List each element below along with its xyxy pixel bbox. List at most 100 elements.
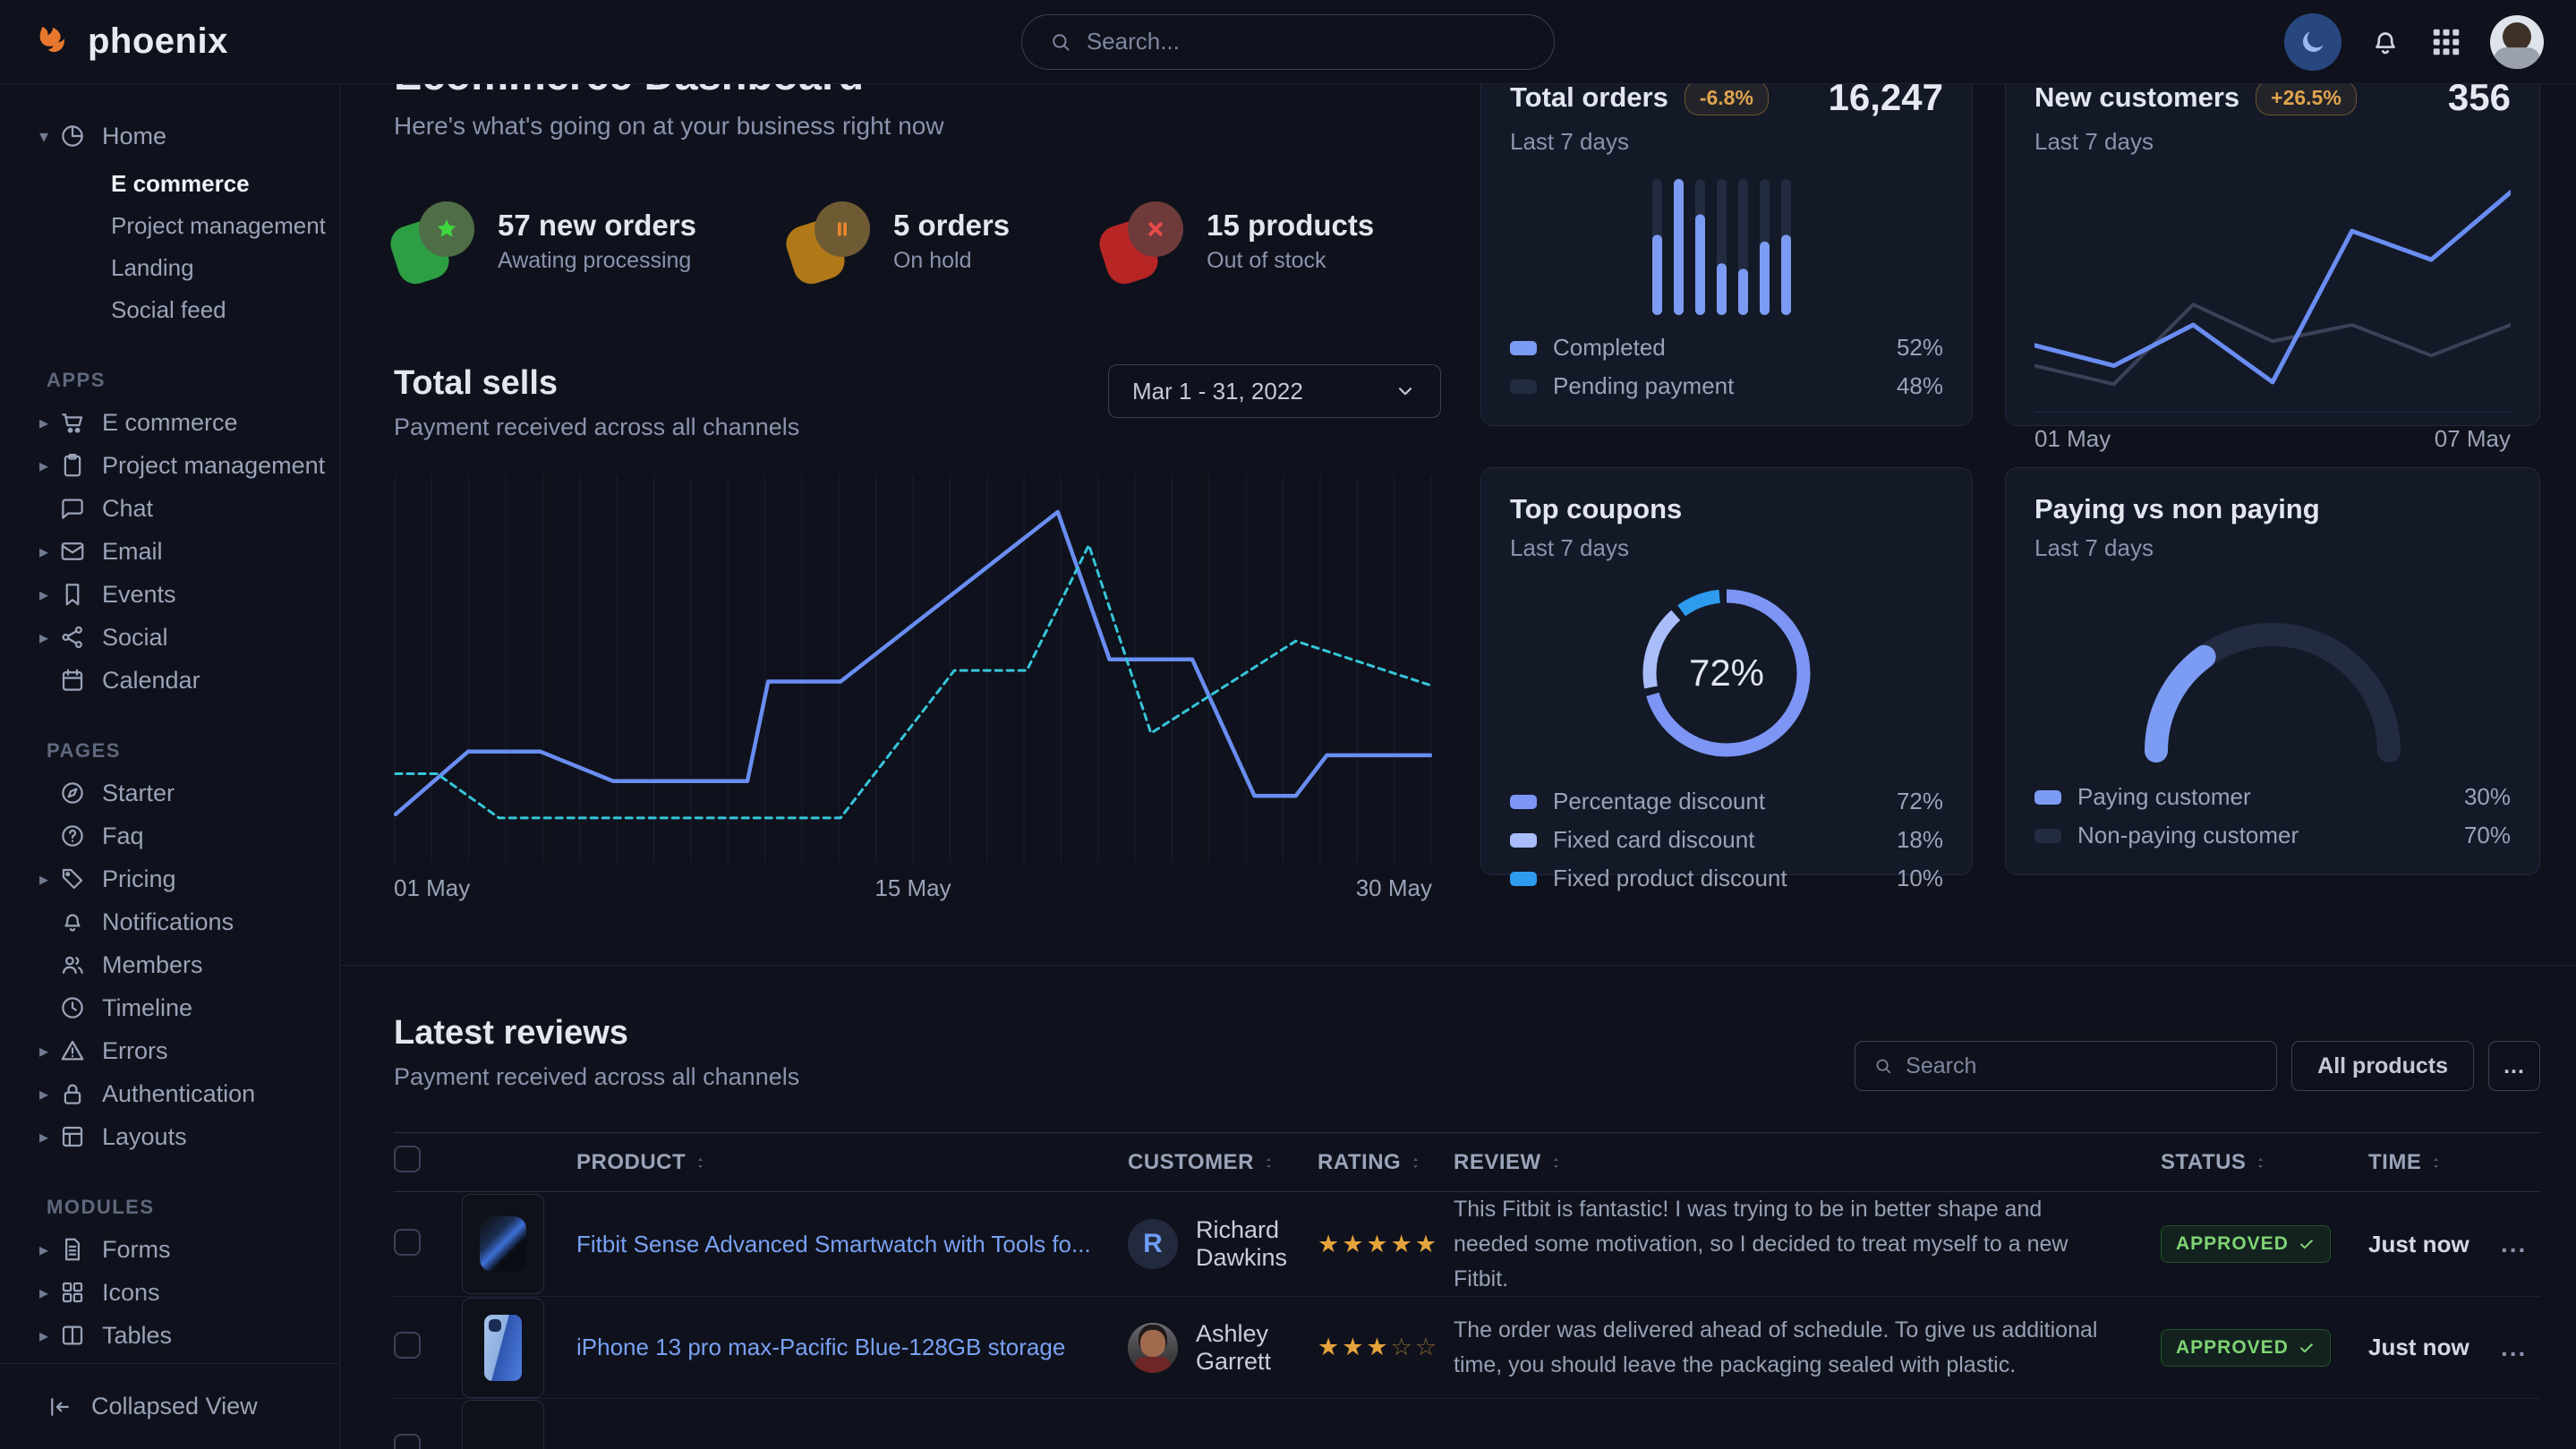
row-checkbox[interactable] <box>394 1434 421 1449</box>
card-title: New customers <box>2034 81 2239 114</box>
brand-name: phoenix <box>88 21 228 62</box>
x-label: 01 May <box>394 874 470 902</box>
column-header-product[interactable]: PRODUCT <box>576 1133 1128 1192</box>
caret-right-icon: ▸ <box>39 1325 59 1347</box>
column-header-rating[interactable]: RATING <box>1318 1133 1454 1192</box>
legend-value: 52% <box>1897 334 1943 362</box>
sidebar-item-tables[interactable]: ▸ Tables <box>0 1314 339 1357</box>
sidebar-subitem-landing[interactable]: Landing <box>0 247 339 289</box>
legend-value: 48% <box>1897 372 1943 400</box>
envelope-icon <box>59 538 86 565</box>
column-header-customer[interactable]: CUSTOMER <box>1128 1133 1318 1192</box>
card-period: Last 7 days <box>2034 534 2511 562</box>
product-thumbnail[interactable] <box>462 1298 544 1398</box>
sort-icon <box>1408 1155 1423 1171</box>
bell-icon[interactable] <box>2368 25 2402 59</box>
column-header-status[interactable]: STATUS <box>2161 1133 2368 1192</box>
sidebar-item-label: Tables <box>102 1322 172 1350</box>
check-icon <box>2298 1339 2316 1357</box>
sidebar-section-label: PAGES <box>0 739 339 763</box>
sidebar-item-faq[interactable]: Faq <box>0 814 339 857</box>
sidebar-subitem-e-commerce[interactable]: E commerce <box>0 163 339 205</box>
sidebar-item-starter[interactable]: Starter <box>0 771 339 814</box>
row-menu-button[interactable]: ... <box>2501 1334 2527 1361</box>
product-thumbnail[interactable] <box>462 1194 544 1294</box>
sidebar-subitem-project-management[interactable]: Project management <box>0 205 339 247</box>
row-checkbox[interactable] <box>394 1229 421 1256</box>
sidebar-item-errors[interactable]: ▸Errors <box>0 1029 339 1072</box>
sidebar-item-pricing[interactable]: ▸Pricing <box>0 857 339 900</box>
customer-name: Richard Dawkins <box>1196 1216 1318 1272</box>
warning-icon <box>59 1037 86 1064</box>
sidebar-item-members[interactable]: Members <box>0 943 339 986</box>
sidebar-item-events[interactable]: ▸Events <box>0 573 339 616</box>
total-orders-bar-chart <box>1651 179 1803 315</box>
sidebar-item-home[interactable]: ▾ Home <box>0 115 339 158</box>
product-link[interactable]: iPhone 13 pro max-Pacific Blue-128GB sto… <box>576 1334 1092 1361</box>
legend-swatch <box>1510 872 1537 886</box>
column-header-review[interactable]: REVIEW <box>1454 1133 2161 1192</box>
sidebar-item-authentication[interactable]: ▸Authentication <box>0 1072 339 1115</box>
search-input[interactable] <box>1087 28 1527 55</box>
product-thumbnail[interactable] <box>462 1400 544 1449</box>
card-title: Paying vs non paying <box>2034 493 2320 525</box>
sidebar-subitem-social-feed[interactable]: Social feed <box>0 289 339 331</box>
caret-down-icon: ▾ <box>39 125 59 148</box>
sidebar-item-social[interactable]: ▸Social <box>0 616 339 659</box>
sidebar-item-email[interactable]: ▸Email <box>0 530 339 573</box>
search-icon <box>1873 1055 1893 1077</box>
sidebar-item-layouts[interactable]: ▸Layouts <box>0 1115 339 1158</box>
clock-icon <box>59 994 86 1021</box>
legend-value: 18% <box>1897 826 1943 854</box>
sidebar-item-timeline[interactable]: Timeline <box>0 986 339 1029</box>
sidebar-item-project-management[interactable]: ▸Project management <box>0 444 339 487</box>
date-range-select[interactable]: Mar 1 - 31, 2022 <box>1108 364 1441 418</box>
legend-swatch <box>1510 833 1537 848</box>
new-customers-line-chart <box>2034 179 2511 397</box>
sort-icon <box>693 1155 708 1171</box>
column-header-time[interactable]: TIME <box>2368 1133 2501 1192</box>
share-icon <box>59 624 86 651</box>
sidebar-item-e-commerce[interactable]: ▸E commerce <box>0 401 339 444</box>
apps-grid-icon[interactable] <box>2429 25 2463 59</box>
file-text-icon <box>59 1236 86 1263</box>
stat-caption: On hold <box>893 248 1010 274</box>
product-link[interactable]: Fitbit Sense Advanced Smartwatch with To… <box>576 1231 1118 1258</box>
user-avatar[interactable] <box>2490 15 2544 69</box>
date-range-value: Mar 1 - 31, 2022 <box>1132 378 1303 405</box>
reviews-search-input[interactable] <box>1906 1053 2258 1079</box>
sidebar-item-label: E commerce <box>102 409 238 437</box>
brand-logo[interactable]: phoenix <box>32 21 228 63</box>
theme-toggle-button[interactable] <box>2284 13 2341 71</box>
card-title: Top coupons <box>1510 493 1682 525</box>
sidebar-item-components[interactable]: ▸Components <box>0 1357 339 1363</box>
select-all-checkbox[interactable] <box>394 1146 421 1172</box>
new-customers-x-labels: 01 May 07 May <box>2034 412 2511 453</box>
reviews-menu-button[interactable]: ... <box>2488 1041 2540 1091</box>
reviews-search[interactable] <box>1855 1041 2277 1091</box>
total-sells-title: Total sells <box>394 364 799 403</box>
all-products-button[interactable]: All products <box>2291 1041 2474 1091</box>
chevron-down-icon <box>1394 379 1417 403</box>
sort-icon <box>1261 1155 1276 1171</box>
phoenix-flame-icon <box>32 21 73 63</box>
stat-art <box>394 200 476 282</box>
stats-row: 57 new orders Awating processing 5 order… <box>394 200 1441 282</box>
search-icon <box>1049 30 1072 55</box>
global-search[interactable] <box>1021 14 1555 70</box>
sidebar-item-chat[interactable]: Chat <box>0 487 339 530</box>
x-label: 07 May <box>2435 425 2511 453</box>
row-checkbox[interactable] <box>394 1332 421 1359</box>
sidebar-item-calendar[interactable]: Calendar <box>0 659 339 702</box>
cart-icon <box>59 409 86 436</box>
sidebar-item-forms[interactable]: ▸Forms <box>0 1228 339 1271</box>
sidebar-item-icons[interactable]: ▸Icons <box>0 1271 339 1314</box>
row-menu-button[interactable]: ... <box>2501 1230 2527 1257</box>
left-column: Ecommerce Dashboard Here's what's going … <box>394 50 1441 902</box>
kpi-cards: Total orders -6.8% 16,247 Last 7 days Co… <box>1480 50 2540 902</box>
sidebar-item-label: Home <box>102 123 166 150</box>
collapsed-view-toggle[interactable]: Collapsed View <box>0 1363 339 1449</box>
x-label: 30 May <box>1356 874 1432 902</box>
sidebar-item-notifications[interactable]: Notifications <box>0 900 339 943</box>
stat-awating-processing: 57 new orders Awating processing <box>394 200 696 282</box>
